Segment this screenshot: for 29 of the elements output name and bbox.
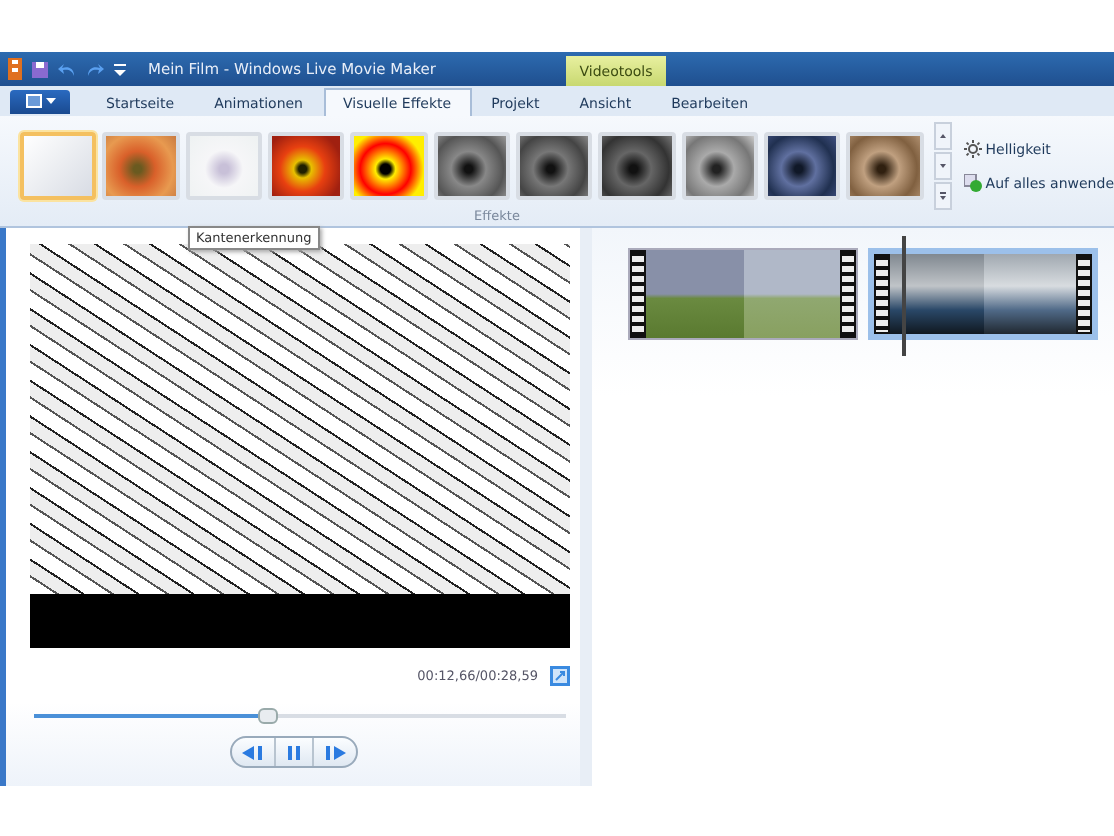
file-menu-button[interactable]: [10, 89, 70, 113]
effect-thumbnail[interactable]: [433, 132, 511, 200]
pause-icon: [286, 745, 302, 759]
effect-thumbnail[interactable]: [350, 132, 428, 200]
scroll-down-icon[interactable]: [933, 152, 952, 180]
effect-thumbnail[interactable]: [764, 132, 841, 200]
previous-frame-icon: [242, 745, 264, 759]
effect-thumbnail[interactable]: [516, 132, 593, 200]
undo-icon[interactable]: [58, 61, 76, 77]
video-clip[interactable]: [628, 248, 858, 340]
brightness-icon: [963, 140, 982, 158]
effect-thumbnail[interactable]: [102, 132, 180, 200]
menu-icon: [24, 94, 56, 108]
effect-thumbnail[interactable]: [185, 132, 263, 200]
video-clip[interactable]: [868, 248, 1098, 340]
effect-thumbnail[interactable]: [681, 132, 759, 200]
app-icon: [8, 58, 22, 80]
next-frame-icon: [324, 745, 346, 759]
fullscreen-icon[interactable]: [550, 666, 570, 686]
apply-all-icon: [963, 174, 982, 192]
effect-thumbnail[interactable]: [20, 132, 97, 200]
dropdown-icon[interactable]: [114, 63, 126, 75]
effect-thumbnail[interactable]: [268, 132, 345, 200]
effect-thumbnail[interactable]: [598, 132, 676, 200]
effect-thumbnail[interactable]: [846, 132, 924, 200]
expand-gallery-icon[interactable]: [933, 182, 952, 210]
scroll-up-icon[interactable]: [933, 122, 952, 150]
save-icon[interactable]: [32, 61, 48, 77]
redo-icon[interactable]: [86, 61, 104, 77]
